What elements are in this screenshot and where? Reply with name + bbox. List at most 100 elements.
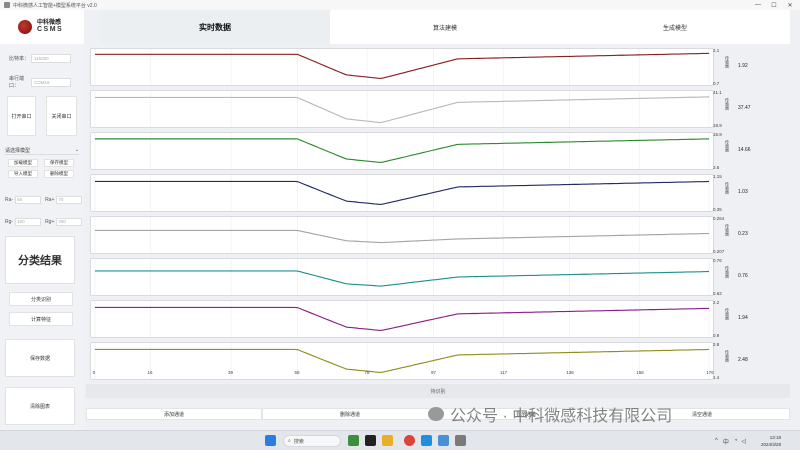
channel-chart bbox=[94, 91, 710, 127]
channel-chart bbox=[94, 301, 710, 337]
ra-row: Ra- 50 Ra+ 70 bbox=[5, 196, 86, 204]
channel-row: 1.15 0.35 传感器 1.03 bbox=[86, 174, 800, 212]
taskbar: ⌕ 搜索 ^ 中 ◔ ◁ 13:18 2024/3/28 bbox=[0, 430, 800, 450]
delete-model-button[interactable]: 删除模型 bbox=[44, 170, 74, 178]
channel-max-label: 0.76 bbox=[713, 258, 722, 263]
channel-max-label: 15.9 bbox=[713, 132, 722, 137]
main-tabs: 实时数据 算法建模 生成模型 bbox=[100, 10, 790, 44]
channel-plot bbox=[90, 174, 714, 212]
x-tick-label: 136 bbox=[566, 370, 574, 375]
channel-max-label: 2.2 bbox=[713, 300, 720, 305]
channel-plot bbox=[90, 90, 714, 128]
wifi-icon[interactable]: ◔ bbox=[734, 438, 738, 444]
channel-max-label: 2.8 bbox=[713, 342, 720, 347]
clock[interactable]: 13:18 2024/3/28 bbox=[761, 434, 781, 448]
channel-chart bbox=[94, 175, 710, 211]
channel-plot bbox=[90, 300, 714, 338]
save-model-button[interactable]: 保存模型 bbox=[44, 159, 74, 167]
baud-select[interactable]: 115200 bbox=[31, 54, 71, 63]
tab-realtime[interactable]: 实时数据 bbox=[100, 10, 330, 44]
edge-icon[interactable] bbox=[421, 435, 432, 446]
channel-min-label: 0.7 bbox=[713, 81, 720, 86]
folder-icon[interactable] bbox=[382, 435, 393, 446]
channel-unit-label: 传感器 bbox=[725, 56, 730, 68]
windows-start-icon[interactable] bbox=[265, 435, 276, 446]
maximize-button[interactable]: ☐ bbox=[766, 0, 782, 10]
volume-icon[interactable]: ◁ bbox=[741, 438, 746, 445]
minimize-button[interactable]: — bbox=[750, 0, 766, 10]
model-select[interactable]: 请选择模型 ⌄ bbox=[5, 146, 79, 155]
app-icon-3[interactable] bbox=[438, 435, 449, 446]
baud-label: 比特率： bbox=[9, 56, 30, 62]
channel-unit-label: 传感器 bbox=[725, 266, 730, 278]
channel-unit-label: 传感器 bbox=[725, 182, 730, 194]
app-icon-2[interactable] bbox=[365, 435, 376, 446]
window-controls: — ☐ ✕ bbox=[750, 0, 798, 10]
x-tick-label: 0 bbox=[92, 370, 96, 375]
open-port-button[interactable]: 打开串口 bbox=[7, 96, 36, 136]
channel-min-label: 0.62 bbox=[713, 291, 722, 296]
channel-min-label: 3.6 bbox=[713, 165, 720, 170]
app-icon-1[interactable] bbox=[348, 435, 359, 446]
clock-time: 13:18 bbox=[769, 435, 782, 440]
system-tray: ^ 中 ◔ ◁ bbox=[715, 431, 746, 450]
save-data-button[interactable]: 保存数据 bbox=[5, 339, 75, 377]
classify-button[interactable]: 分类识别 bbox=[9, 292, 73, 306]
chevron-up-icon[interactable]: ^ bbox=[715, 438, 718, 444]
calc-feature-button[interactable]: 计算特征 bbox=[9, 312, 73, 326]
input-lang[interactable]: 中 bbox=[723, 437, 729, 446]
rg-minus-input[interactable]: 100 bbox=[15, 218, 42, 226]
channel-series-line bbox=[94, 270, 710, 287]
close-button[interactable]: ✕ bbox=[782, 0, 798, 10]
tab-generate[interactable]: 生成模型 bbox=[560, 10, 790, 44]
app-icon-4[interactable] bbox=[455, 435, 466, 446]
close-port-button[interactable]: 关闭串口 bbox=[46, 96, 77, 136]
channel-row: 0.76 0.62 传感器 0.76 bbox=[86, 258, 800, 296]
channel-plot bbox=[90, 258, 714, 296]
channel-chart bbox=[94, 217, 710, 253]
port-select[interactable]: COM19 bbox=[31, 77, 71, 87]
x-tick-label: 16 bbox=[147, 370, 153, 375]
chevron-down-icon: ⌄ bbox=[74, 147, 79, 153]
tab-algorithm[interactable]: 算法建模 bbox=[330, 10, 560, 44]
channel-current-value: 1.94 bbox=[738, 315, 748, 321]
taskbar-search[interactable]: ⌕ 搜索 bbox=[283, 435, 341, 447]
clear-chart-button[interactable]: 清除图表 bbox=[5, 387, 75, 425]
channel-unit-label: 传感器 bbox=[725, 140, 730, 152]
channel-unit-label: 传感器 bbox=[725, 224, 730, 236]
channel-min-label: 0.207 bbox=[713, 249, 725, 254]
taskbar-search-text: 搜索 bbox=[293, 438, 304, 445]
port-row: 串行端口： COM19 bbox=[9, 75, 71, 89]
import-model-button[interactable]: 导入模型 bbox=[8, 170, 38, 178]
charts-panel: 2.1 0.7 传感器 1.92 41.1 18.9 传感器 37.47 15.9 3.6 传感器 1… bbox=[86, 44, 800, 384]
channel-max-label: 1.15 bbox=[713, 174, 722, 179]
channel-max-label: 2.1 bbox=[713, 48, 720, 53]
ra-minus-input[interactable]: 50 bbox=[15, 196, 42, 204]
logo-en-text: CSMS bbox=[37, 26, 64, 34]
delete-channel-button[interactable]: 删除通道 bbox=[262, 408, 438, 420]
wechat-icon bbox=[428, 407, 444, 421]
sidebar: 比特率： 115200 串行端口： COM19 打开串口 关闭串口 请选择模型 … bbox=[0, 44, 84, 430]
search-icon: ⌕ bbox=[288, 438, 291, 444]
rg-plus-label: Rg+ bbox=[45, 219, 55, 225]
rg-plus-input[interactable]: 200 bbox=[56, 218, 83, 226]
chrome-icon[interactable] bbox=[404, 435, 415, 446]
model-select-label: 请选择模型 bbox=[5, 147, 31, 154]
channel-plot bbox=[90, 48, 714, 86]
load-model-button[interactable]: 加载模型 bbox=[8, 159, 38, 167]
ra-plus-input[interactable]: 70 bbox=[56, 196, 83, 204]
watermark: 公众号 · 中科微感科技有限公司 bbox=[428, 402, 672, 426]
add-channel-button[interactable]: 添加通道 bbox=[86, 408, 262, 420]
x-axis: 0 16 39 58 78 97 117 136 156 176 bbox=[90, 370, 714, 378]
channel-min-label: 0.9 bbox=[713, 333, 720, 338]
x-tick-label: 117 bbox=[499, 370, 508, 375]
watermark-text: 公众号 · 中科微感科技有限公司 bbox=[450, 408, 673, 425]
channel-max-label: 0.264 bbox=[713, 216, 725, 221]
x-tick-label: 176 bbox=[706, 370, 714, 375]
classify-result: 分类结果 bbox=[5, 236, 75, 284]
clock-date: 2024/3/28 bbox=[761, 442, 782, 447]
channel-unit-label: 传感器 bbox=[725, 98, 730, 110]
channel-current-value: 0.76 bbox=[738, 273, 748, 279]
app-icon bbox=[4, 2, 10, 8]
rg-row: Rg- 100 Rg+ 200 bbox=[5, 218, 86, 226]
